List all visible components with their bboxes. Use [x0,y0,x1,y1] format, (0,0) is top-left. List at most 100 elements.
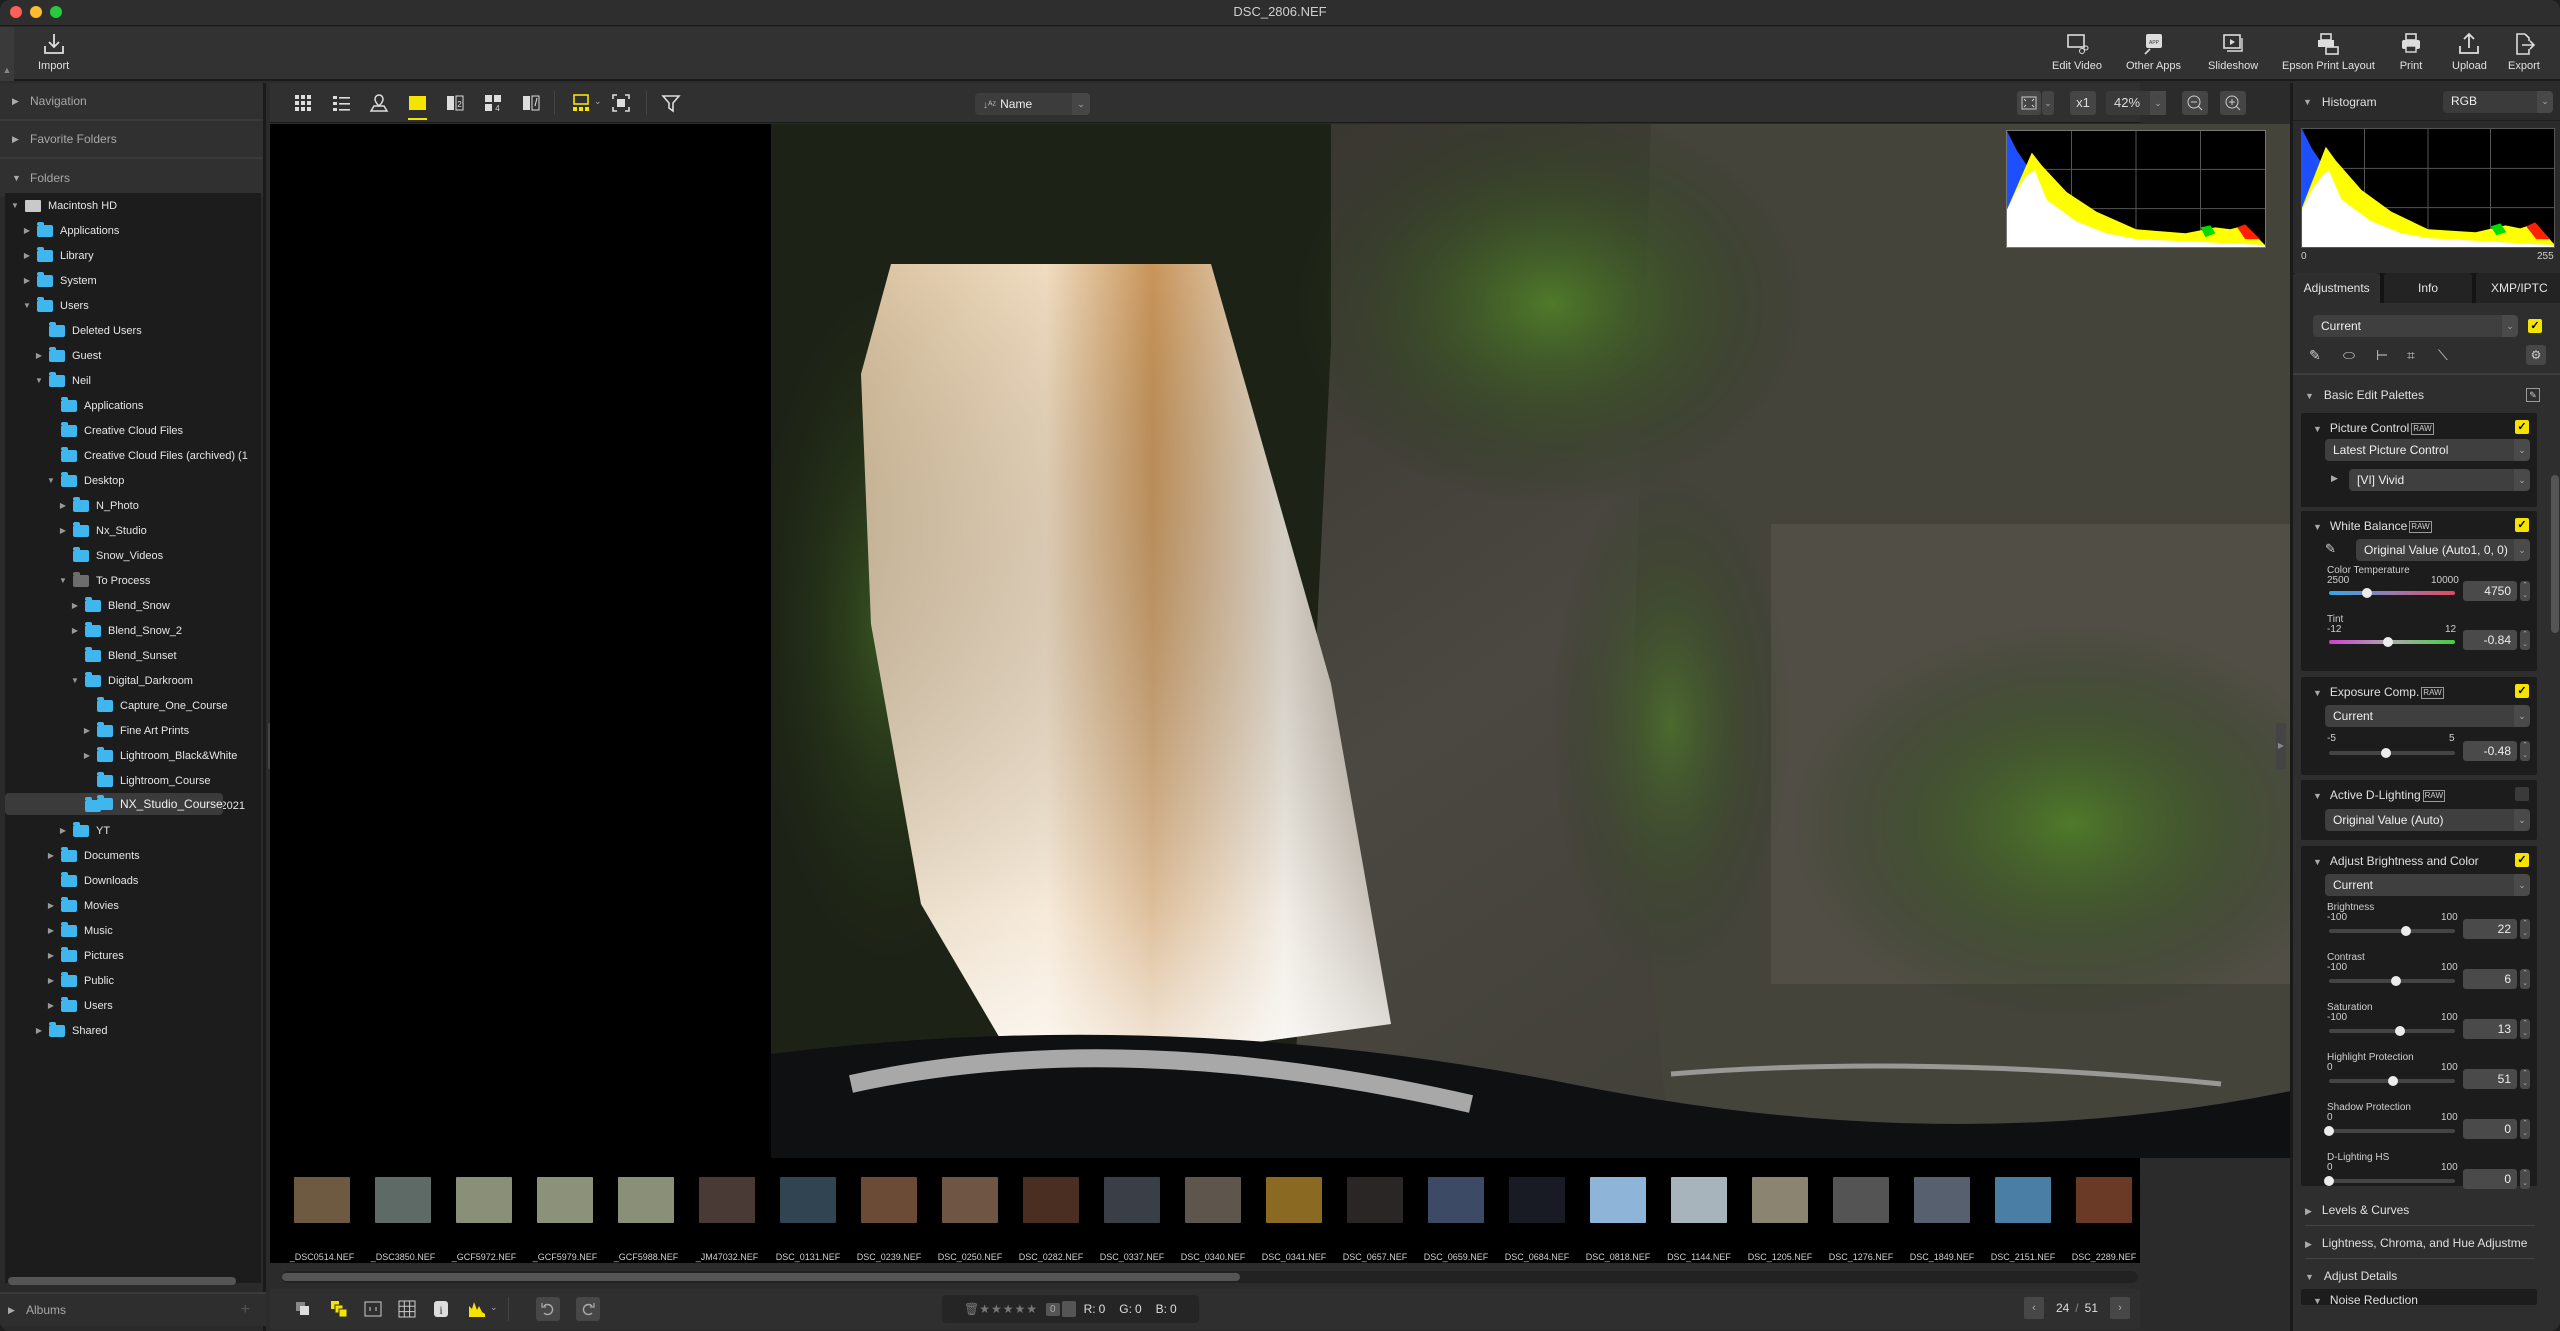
d-lighting-hs-input[interactable]: 0 [2463,1169,2517,1189]
picture-control-header[interactable]: ▼ Picture Control RAW [2313,421,2434,435]
levels-curves-header[interactable]: ▶ Levels & Curves [2305,1203,2409,1217]
import-button[interactable]: Import [38,31,69,72]
folder-tree-item[interactable]: Deleted Users [5,318,261,343]
expand-arrow-icon[interactable]: ▶ [57,526,69,535]
filmstrip-thumbnail[interactable]: DSC_0250.NEF [930,1169,1010,1262]
zoom-button[interactable] [50,6,62,18]
value-stepper[interactable]: ⌃ ⌄ [2520,1069,2530,1089]
value-stepper[interactable]: ⌃ ⌄ [2520,1019,2530,1039]
previous-image-button[interactable]: ‹ [2023,1297,2044,1319]
folder-tree-item[interactable]: ▶ Guest [5,343,261,368]
single-image-view-button[interactable] [406,92,428,120]
brightness-color-checkbox[interactable]: ✓ [2515,853,2529,867]
filmstrip-thumbnail[interactable]: DSC_1849.NEF [1902,1169,1982,1262]
expand-arrow-icon[interactable]: ▶ [45,901,57,910]
expand-arrow-icon[interactable]: ▶ [33,1026,45,1035]
folder-tree-item[interactable]: ▼ Users [5,293,261,318]
filmstrip-thumbnail[interactable]: DSC_0282.NEF [1011,1169,1091,1262]
slideshow-button[interactable]: Slideshow [2208,31,2258,72]
folder-tree-item[interactable]: ▼ Digital_Darkroom [5,668,261,693]
star-rating[interactable]: ★★★★★ [979,1302,1038,1316]
adjust-details-header[interactable]: ▼ Adjust Details [2305,1269,2397,1283]
folder-tree-item[interactable]: NX_Studio_Course [5,793,223,815]
collapse-arrow-icon[interactable]: ▼ [69,676,81,685]
albums-section-header[interactable]: ▶ Albums + [0,1292,266,1326]
compare-2-view-icon[interactable]: 2 [444,92,466,114]
expand-arrow-icon[interactable]: ▶ [45,851,57,860]
histogram-channel-select[interactable]: RGB ⌄ [2443,91,2553,113]
overlap-icon[interactable] [292,1298,314,1320]
image-viewer[interactable] [270,124,2323,1170]
filmstrip[interactable]: _DSC0514.NEF _DSC3850.NEF _GCF5972.NEF _GCF… [270,1163,2140,1263]
collapse-arrow-icon[interactable]: ▼ [45,476,57,485]
actual-size-button[interactable]: x1 [2070,91,2096,115]
filmstrip-thumbnail[interactable]: DSC_1205.NEF [1740,1169,1820,1262]
folder-tree-item[interactable]: Capture_One_Course [5,693,261,718]
folder-tree-item[interactable]: Blend_Sunset [5,643,261,668]
tab-adjustments[interactable]: Adjustments [2293,273,2381,303]
contrast-input[interactable]: 6 [2463,969,2517,989]
noise-reduction-header[interactable]: ▼ Noise Reduction [2313,1293,2418,1305]
other-apps-button[interactable]: APP Other Apps [2126,31,2181,72]
adl-header[interactable]: ▼ Active D-Lighting RAW [2313,788,2446,802]
expand-arrow-icon[interactable]: ▶ [45,951,57,960]
filter-icon[interactable] [660,92,682,114]
expand-arrow-icon[interactable]: ▶ [81,751,93,760]
folder-tree-item[interactable]: ▶ YT [5,818,261,843]
full-screen-icon[interactable] [610,92,632,114]
saturation-slider[interactable] [2329,1026,2455,1036]
slider-knob[interactable] [2382,637,2393,647]
filmstrip-thumbnail[interactable]: DSC_0818.NEF [1578,1169,1658,1262]
value-stepper[interactable]: ⌃ ⌄ [2520,919,2530,939]
edit-video-button[interactable]: Edit Video [2052,31,2102,72]
filmstrip-scroll-thumb[interactable] [282,1273,1240,1281]
upload-button[interactable]: Upload [2452,31,2487,72]
adl-mode-select[interactable]: Original Value (Auto) ⌄ [2325,809,2530,831]
favorite-folders-section-header[interactable]: ▶ Favorite Folders [0,121,263,159]
compare-4-view-icon[interactable]: 4 [482,92,504,114]
filmstrip-layout-icon[interactable] [570,92,592,114]
collapse-arrow-icon[interactable]: ▼ [21,301,33,310]
print-button[interactable]: Print [2398,31,2424,72]
folder-tree-item[interactable]: ▶ Users [5,993,261,1018]
basic-edit-palettes-header[interactable]: ▼ Basic Edit Palettes [2305,388,2424,402]
folder-tree-item[interactable]: ▶ Fine Art Prints [5,718,261,743]
expand-arrow-icon[interactable]: ▶ [57,826,69,835]
brightness-slider[interactable] [2329,926,2455,936]
filmstrip-thumbnail[interactable]: _JM47032.NEF [687,1169,767,1262]
zoom-in-button[interactable] [2220,91,2246,115]
epson-print-layout-button[interactable]: Epson Print Layout [2282,31,2375,72]
slider-knob[interactable] [2380,748,2391,758]
exposure-mode-select[interactable]: Current ⌄ [2325,705,2530,727]
filmstrip-thumbnail[interactable]: _DSC0514.NEF [282,1169,362,1262]
export-button[interactable]: Export [2508,31,2540,72]
filmstrip-thumbnail[interactable]: DSC_0657.NEF [1335,1169,1415,1262]
filmstrip-thumbnail[interactable]: _GCF5979.NEF [525,1169,605,1262]
filmstrip-thumbnail[interactable]: DSC_2151.NEF [1983,1169,2063,1262]
folder-tree-item[interactable]: ▼ Neil [5,368,261,393]
chevron-down-icon[interactable]: ⌄ [594,96,602,107]
slider-knob[interactable] [2324,1176,2334,1186]
filmstrip-thumbnail[interactable]: DSC_0659.NEF [1416,1169,1496,1262]
tint-stepper[interactable]: ⌃ ⌄ [2520,630,2530,650]
collapse-arrow-icon[interactable]: ▼ [33,376,45,385]
brightness-color-header[interactable]: ▼ Adjust Brightness and Color [2313,854,2479,868]
filmstrip-scrollbar[interactable] [282,1271,2138,1283]
rotate-right-button[interactable] [576,1297,600,1321]
exposure-input[interactable]: -0.48 [2463,741,2517,761]
slider-knob[interactable] [2395,1026,2406,1036]
highlight-protection-input[interactable]: 51 [2463,1069,2517,1089]
folder-tree-item[interactable]: ▶ Blend_Snow [5,593,261,618]
contrast-slider[interactable] [2329,976,2455,986]
focus-point-icon[interactable] [362,1298,384,1320]
value-stepper[interactable]: ⌃ ⌄ [2520,969,2530,989]
zoom-out-button[interactable] [2182,91,2208,115]
next-image-button[interactable]: › [2110,1297,2130,1319]
color-temperature-slider[interactable] [2329,588,2455,598]
sort-select[interactable]: ↓ᴬᶻ Name ⌄ [975,93,1090,115]
filmstrip-thumbnail[interactable]: DSC_0239.NEF [849,1169,929,1262]
folder-tree-item[interactable]: ▶ Blend_Snow_2 [5,618,261,643]
filmstrip-thumbnail[interactable]: DSC_0340.NEF [1173,1169,1253,1262]
chevron-down-icon[interactable]: ⌄ [490,1302,498,1313]
exposure-slider[interactable] [2329,748,2455,758]
